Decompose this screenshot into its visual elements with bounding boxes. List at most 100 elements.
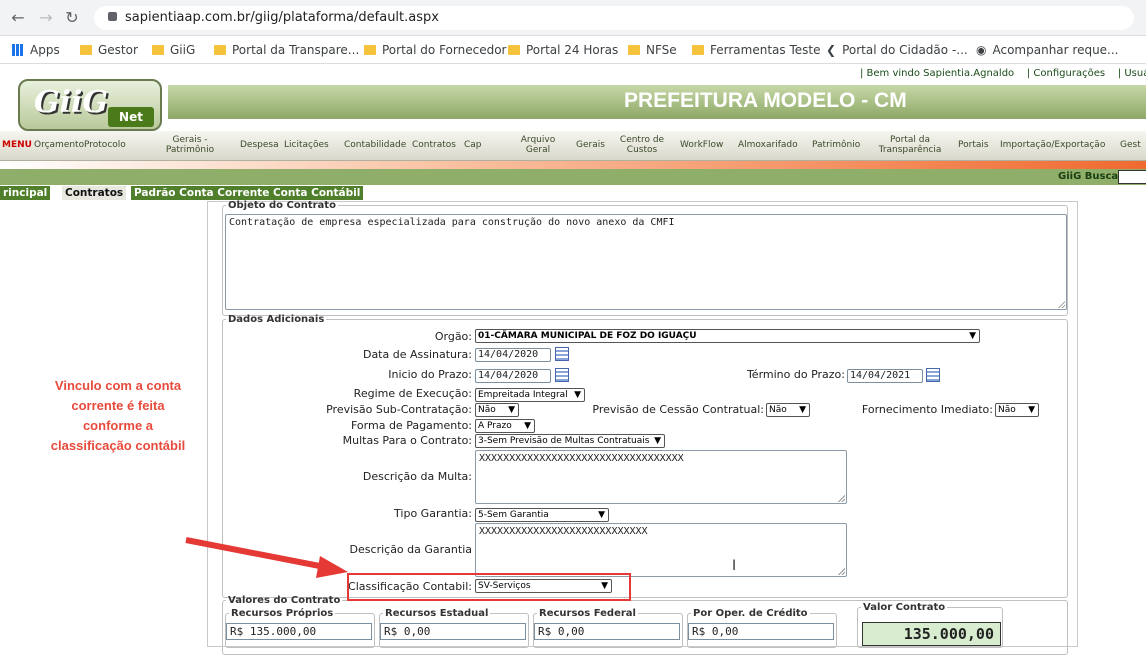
termino-field[interactable]: 14/04/2021 (847, 369, 923, 383)
calendar-icon[interactable] (926, 368, 940, 382)
valores-legend: Valores do Contrato (228, 595, 341, 606)
menu-importacao-exportacao[interactable]: Importação/Exportação (1000, 140, 1105, 150)
apps-grid-icon (12, 44, 24, 56)
menu-cap[interactable]: Cap (464, 140, 482, 150)
menu-gest[interactable]: Gest (1120, 140, 1141, 150)
highlight-box (347, 573, 631, 601)
bookmark-gestor[interactable]: Gestor (80, 42, 138, 58)
menu-gerais-patrimonio[interactable]: Gerais - Patrimônio (158, 135, 222, 155)
search-strip: GiiG Busca: (0, 169, 1146, 185)
top-user-links: | Bem vindo Sapientia.Agnaldo | Configur… (860, 68, 1146, 79)
lock-icon (108, 12, 117, 21)
sub-contratacao-select[interactable]: Não ▼ (475, 403, 519, 417)
objeto-legend: Objeto do Contrato (228, 200, 336, 211)
multas-select[interactable]: 3-Sem Previsão de Multas Contratuais ▼ (475, 434, 665, 448)
annotation-arrow-icon (185, 537, 348, 578)
menu-portal-transparencia[interactable]: Portal da Transparência (872, 135, 948, 155)
header-banner: PREFEITURA MODELO - CM (168, 85, 1146, 119)
welcome-text: | Bem vindo Sapientia.Agnaldo (860, 68, 1015, 79)
bookmark-ferramentas-teste[interactable]: Ferramentas Teste (692, 42, 820, 58)
menu-licitacoes[interactable]: Licitações (284, 140, 329, 150)
desc-multa-label: Descrição da Multa: (362, 470, 472, 483)
address-bar-area: ← → ↻ sapientiaap.com.br/giig/plataforma… (0, 0, 1146, 36)
chevron-down-icon: ▼ (508, 405, 515, 415)
reload-icon[interactable]: ↻ (62, 8, 82, 28)
garantia-select[interactable]: 5-Sem Garantia ▼ (475, 508, 609, 522)
back-icon[interactable]: ← (8, 8, 28, 28)
objeto-textarea[interactable]: Contratação de empresa especializada par… (225, 214, 1067, 310)
menu-almoxarifado[interactable]: Almoxarifado (738, 140, 798, 150)
bookmark-giig[interactable]: GiiG (152, 42, 195, 58)
cessao-select[interactable]: Não ▼ (766, 403, 810, 417)
orgao-label: Orgão: (434, 330, 472, 343)
bookmark-acompanhar[interactable]: ◉ Acompanhar reque... (976, 42, 1119, 58)
bookmark-portal-24-horas[interactable]: Portal 24 Horas (508, 42, 618, 58)
menu-protocolo[interactable]: Protocolo (84, 140, 126, 150)
desc-garantia-textarea[interactable]: XXXXXXXXXXXXXXXXXXXXXXXXXXXX (475, 523, 847, 577)
folder-icon (508, 45, 520, 55)
menu-portais[interactable]: Portais (958, 140, 989, 150)
termino-label: Término do Prazo: (746, 368, 845, 381)
desc-multa-textarea[interactable]: XXXXXXXXXXXXXXXXXXXXXXXXXXXXXXXXXX (475, 450, 847, 504)
contract-form: Objeto do Contrato Contratação de empres… (207, 200, 1078, 655)
menu-label: MENU (2, 140, 32, 150)
multas-label: Multas Para o Contrato: (342, 434, 472, 447)
menu-contratos[interactable]: Contratos (412, 140, 456, 150)
estadual-field[interactable]: R$ 0,00 (380, 623, 526, 640)
inicio-field[interactable]: 14/04/2020 (475, 369, 551, 383)
folder-icon (628, 45, 640, 55)
browser-chrome: ← → ↻ sapientiaap.com.br/giig/plataforma… (0, 0, 1146, 68)
menu-despesa[interactable]: Despesa (240, 140, 279, 150)
chevron-down-icon: ▼ (524, 421, 531, 431)
fornecimento-label: Fornecimento Imediato: (861, 403, 993, 416)
menu-gerais[interactable]: Gerais (576, 140, 605, 150)
config-link[interactable]: | Configurações (1027, 68, 1105, 79)
bookmark-portal-fornecedor[interactable]: Portal do Fornecedor (364, 42, 506, 58)
tab-contratos[interactable]: Contratos (62, 186, 127, 200)
chevron-down-icon: ▼ (574, 390, 581, 400)
fornecimento-select[interactable]: Não ▼ (995, 403, 1039, 417)
sub-contratacao-label: Previsão Sub-Contratação: (326, 403, 472, 416)
globe-icon: ◉ (976, 43, 987, 57)
menu-patrimonio[interactable]: Patrimônio (812, 140, 860, 150)
calendar-icon[interactable] (555, 368, 569, 382)
pagamento-select[interactable]: A Prazo ▼ (475, 419, 535, 433)
orgao-select[interactable]: 01-CÂMARA MUNICIPAL DE FOZ DO IGUAÇU ▼ (475, 329, 980, 343)
user-link[interactable]: | Usuári (1118, 68, 1146, 79)
proprios-field[interactable]: R$ 135.000,00 (226, 623, 372, 640)
folder-icon (692, 45, 704, 55)
desc-garantia-label: Descrição da Garantia (349, 543, 472, 556)
assinatura-field[interactable]: 14/04/2020 (475, 348, 551, 362)
federal-field[interactable]: R$ 0,00 (534, 623, 680, 640)
url-text: sapientiaap.com.br/giig/plataforma/defau… (125, 10, 439, 25)
menu-centro-de-custos[interactable]: Centro de Custos (616, 135, 668, 155)
page-title: PREFEITURA MODELO - CM (624, 89, 907, 112)
main-menu: MENU Orçamento Protocolo Gerais - Patrim… (0, 131, 1146, 161)
tab-padrao-conta-corrente[interactable]: Padrão Conta Corrente Conta Contábil (131, 186, 364, 200)
chevron-down-icon: ▼ (598, 510, 605, 520)
bookmark-portal-transparencia[interactable]: Portal da Transpare... (214, 42, 359, 58)
calendar-icon[interactable] (555, 347, 569, 361)
forward-icon[interactable]: → (36, 8, 56, 28)
search-input[interactable] (1118, 170, 1146, 184)
url-field[interactable]: sapientiaap.com.br/giig/plataforma/defau… (94, 6, 1134, 30)
resize-grip-icon (838, 495, 845, 502)
giig-logo: GiiG Net (18, 79, 162, 131)
bookmarks-bar: Apps Gestor GiiG Portal da Transpare... … (0, 36, 1146, 64)
menu-orcamento[interactable]: Orçamento (34, 140, 84, 150)
tab-principal[interactable]: rincipal (0, 186, 51, 200)
bookmark-apps[interactable]: Apps (12, 42, 60, 58)
chevron-down-icon: ▼ (1028, 405, 1035, 415)
credito-field[interactable]: R$ 0,00 (688, 623, 834, 640)
chevron-down-icon: ▼ (799, 405, 806, 415)
menu-contabilidade[interactable]: Contabilidade (344, 140, 406, 150)
assinatura-label: Data de Assinatura: (362, 348, 472, 361)
chevron-down-icon: ▼ (969, 331, 976, 341)
regime-select[interactable]: Empreitada Integral ▼ (475, 388, 585, 402)
resize-grip-icon (1058, 301, 1065, 308)
bookmark-nfse[interactable]: NFSe (628, 42, 677, 58)
bookmark-portal-cidadao[interactable]: ❮ Portal do Cidadão -... (826, 42, 968, 58)
menu-arquivo-geral[interactable]: Arquivo Geral (518, 135, 558, 155)
valor-contrato-total: 135.000,00 (862, 622, 1001, 646)
menu-workflow[interactable]: WorkFlow (680, 140, 723, 150)
